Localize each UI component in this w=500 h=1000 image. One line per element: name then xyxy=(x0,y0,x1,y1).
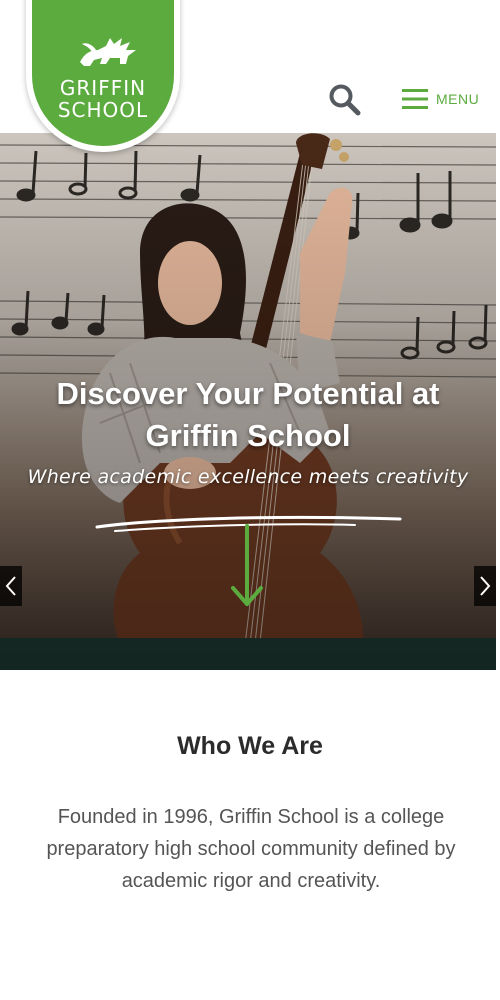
chevron-right-icon xyxy=(480,576,491,596)
school-logo[interactable]: GRIFFIN SCHOOL xyxy=(26,0,180,152)
griffin-logo-icon xyxy=(80,38,136,66)
section-body: Founded in 1996, Griffin School is a col… xyxy=(46,806,456,892)
hero-title: Discover Your Potential at Griffin Schoo… xyxy=(56,376,440,453)
carousel-prev-button[interactable] xyxy=(0,566,22,606)
site-header: GRIFFIN SCHOOL MENU xyxy=(0,0,500,152)
logo-text-line2: SCHOOL xyxy=(57,98,149,122)
hamburger-icon xyxy=(402,89,428,109)
menu-button[interactable]: MENU xyxy=(402,86,479,112)
search-icon xyxy=(329,84,361,116)
search-button[interactable] xyxy=(328,83,362,117)
who-we-are-section: Who We Are Founded in 1996, Griffin Scho… xyxy=(0,705,500,965)
menu-label: MENU xyxy=(436,91,480,107)
hero-carousel: Discover Your Potential at Griffin Schoo… xyxy=(0,133,496,670)
chevron-left-icon xyxy=(5,576,16,596)
section-title: Who We Are xyxy=(177,732,323,760)
carousel-next-button[interactable] xyxy=(474,566,496,606)
page-footer-space xyxy=(0,965,500,1000)
logo-text-line1: GRIFFIN xyxy=(59,76,147,100)
hero-subtitle: Where academic excellence meets creativi… xyxy=(27,466,469,488)
arrow-down-icon[interactable] xyxy=(229,524,265,610)
